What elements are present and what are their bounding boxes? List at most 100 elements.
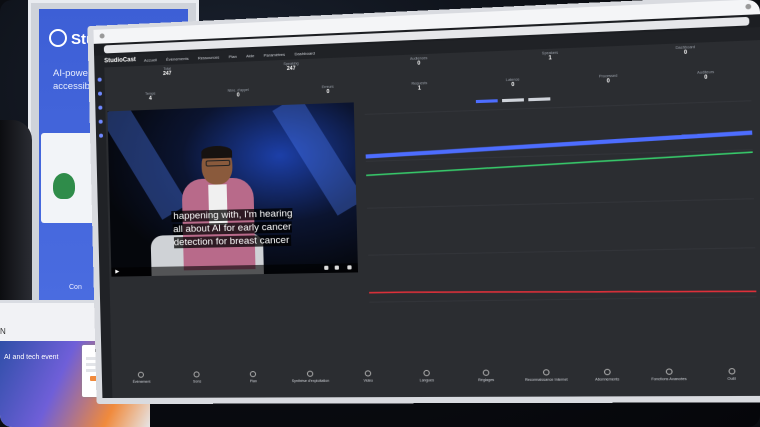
browser-menu-icon[interactable] <box>745 3 752 10</box>
footer-label: Plan <box>249 379 258 384</box>
stat-value: 0 <box>511 81 515 89</box>
nav-item[interactable]: Aide <box>246 53 254 58</box>
chart-gridline <box>365 101 752 115</box>
stat-card: Speakers 1 <box>484 48 618 77</box>
footer-item[interactable]: Langues <box>397 368 457 391</box>
footer-label: Langues <box>419 378 435 383</box>
stat-card: Erreurs 0 <box>283 83 374 101</box>
caption-text: happening with, I'm hearing all about AI… <box>171 208 293 249</box>
stat-card: Processed 0 <box>560 72 657 90</box>
nav-item[interactable]: Accueil <box>144 57 157 63</box>
footer-label: Outil <box>727 376 736 381</box>
tablet-letter: N <box>0 327 6 336</box>
footer-icon <box>193 371 201 378</box>
sidebar-icon[interactable] <box>98 119 103 124</box>
footer-icon <box>665 368 673 375</box>
speaker-hair <box>201 145 233 159</box>
footer-label: Synthèse d'exploitation <box>291 378 330 384</box>
sidebar-icon[interactable] <box>98 105 103 110</box>
stat-value: 0 <box>704 74 708 81</box>
photo-scene: StudioCast.ai AI-powered translation and… <box>0 0 760 427</box>
stat-value: 247 <box>286 65 296 73</box>
footer-label: Reconnaissance Internet <box>524 377 568 382</box>
play-icon[interactable] <box>115 269 120 274</box>
footer-item[interactable]: Sons <box>169 369 225 392</box>
fullscreen-icon[interactable] <box>347 265 352 270</box>
sidebar-icon[interactable] <box>98 133 104 138</box>
series-line <box>369 287 756 297</box>
footer-item[interactable]: Fonctions Avancées <box>638 366 701 390</box>
footer-label: Événement <box>132 379 151 384</box>
app-logo: StudioCast <box>104 57 136 65</box>
footer-icon <box>250 371 257 378</box>
plant-icon <box>53 173 75 199</box>
video-player[interactable]: happening with, I'm hearing all about AI… <box>107 102 359 277</box>
footer-item[interactable]: Reconnaissance Internet <box>516 367 577 390</box>
stat-card: Audiences 0 <box>354 54 484 82</box>
footer-icon <box>482 369 490 376</box>
app-footer-toolbar: Événement Sons Plan Synthèse d'exploitat… <box>114 366 760 392</box>
footer-item[interactable]: Synthèse d'exploitation <box>282 368 340 391</box>
nav-item[interactable]: Dashboard <box>294 50 315 56</box>
stat-value: 0 <box>417 60 421 67</box>
studiocast-logo-icon <box>49 29 67 47</box>
speaker-glasses <box>205 159 231 167</box>
footer-icon <box>542 369 550 376</box>
nav-item[interactable]: Paramètres <box>264 51 286 57</box>
person-silhouette <box>0 120 32 310</box>
stat-card: Nbre. d'appel 0 <box>194 87 283 105</box>
stat-card: Latence 0 <box>466 76 561 94</box>
main-monitor: StudioCast Accueil Évènements Ressources… <box>87 0 760 405</box>
monitor-bezel: StudioCast Accueil Évènements Ressources… <box>93 0 760 399</box>
footer-icon <box>603 368 611 376</box>
stat-card: Dashboard 0 <box>617 42 755 71</box>
footer-label: Vidéo <box>363 378 373 383</box>
stat-card: Temps 4 <box>107 90 194 107</box>
chart-gridline <box>369 297 756 302</box>
footer-icon <box>423 369 430 377</box>
stat-card: Speaking 247 <box>229 59 355 87</box>
sidebar-icon[interactable] <box>97 77 102 82</box>
stat-value: 1 <box>548 55 552 62</box>
footer-label: Réglages <box>478 377 495 383</box>
footer-item[interactable]: Outil <box>700 366 760 390</box>
browser-dot-icon[interactable] <box>99 33 105 39</box>
stat-value: 0 <box>683 49 688 57</box>
tablet-hero-text: AI and tech event <box>4 354 59 361</box>
footer-item[interactable]: Événement <box>114 370 170 392</box>
chart-gridline <box>368 248 755 255</box>
settings-icon[interactable] <box>324 265 329 270</box>
stat-value: 0 <box>606 78 610 85</box>
stat-value: 0 <box>326 88 330 96</box>
stat-card: Total 247 <box>106 64 229 91</box>
stat-value: 4 <box>148 95 152 102</box>
sidebar-icon[interactable] <box>97 91 103 96</box>
studiocast-app: StudioCast Accueil Évènements Ressources… <box>94 27 760 399</box>
chart-gridline <box>367 199 754 209</box>
footer-item[interactable]: Vidéo <box>339 368 398 391</box>
footer-label: Fonctions Avancées <box>651 376 687 382</box>
footer-icon <box>364 370 372 377</box>
nav-item[interactable]: Plan <box>228 53 236 58</box>
captions-icon[interactable] <box>334 265 339 270</box>
stat-card: Requests 1 <box>373 79 466 97</box>
chart-svg <box>358 88 760 309</box>
footer-item[interactable]: Abonnements <box>576 367 638 391</box>
stat-value: 0 <box>236 92 240 99</box>
footer-icon <box>307 370 314 377</box>
banner-bottom-text: Con <box>69 284 82 291</box>
stat-value: 1 <box>417 85 421 92</box>
stat-card: Auditeurs 0 <box>657 68 756 87</box>
footer-icon <box>727 368 735 375</box>
nav-item[interactable]: Évènements <box>166 55 189 61</box>
stat-value: 247 <box>162 70 172 78</box>
series-line <box>365 133 752 157</box>
metrics-chart <box>358 87 760 309</box>
nav-item[interactable]: Ressources <box>198 54 220 60</box>
footer-item[interactable]: Réglages <box>456 367 516 390</box>
footer-label: Abonnements <box>595 377 620 382</box>
footer-item[interactable]: Plan <box>225 369 282 392</box>
footer-icon <box>138 371 145 378</box>
footer-label: Sons <box>192 379 202 384</box>
live-caption: happening with, I'm hearing all about AI… <box>165 207 299 250</box>
